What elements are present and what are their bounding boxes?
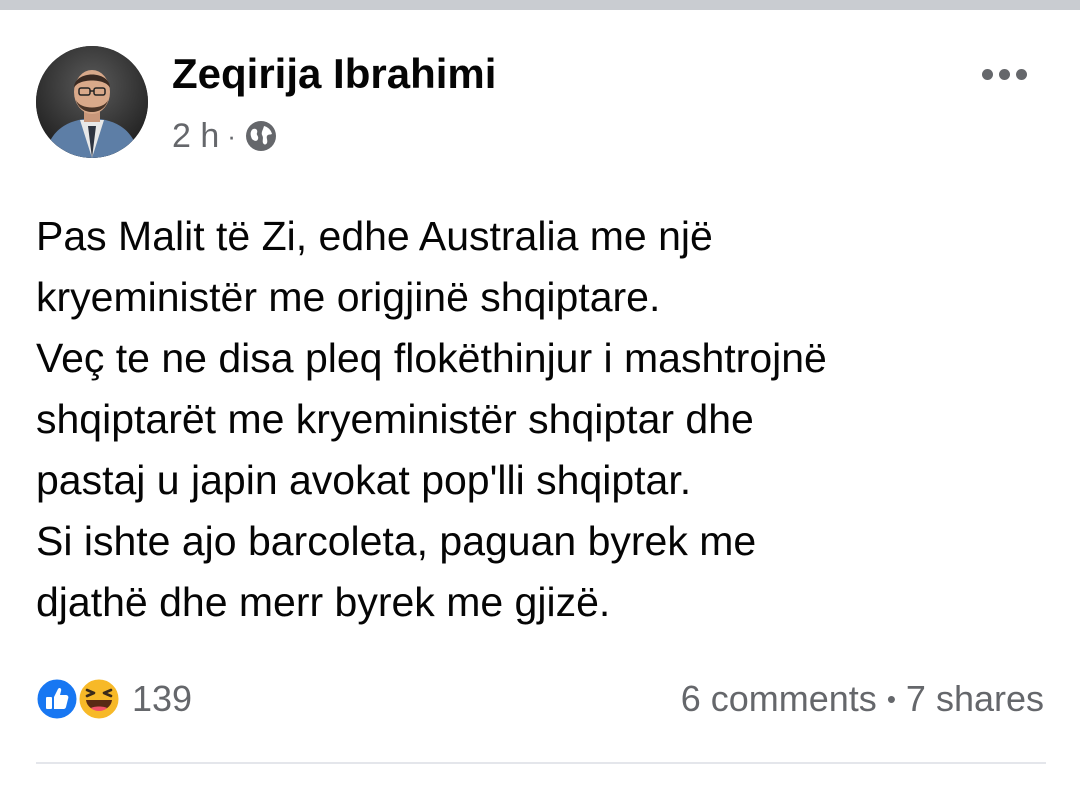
engagement-separator: • — [886, 683, 896, 714]
more-dot — [1015, 68, 1027, 80]
shares-link[interactable]: 7 shares — [906, 678, 1044, 720]
engagement-summary: 6 comments • 7 shares — [681, 674, 1044, 724]
post-text-line: shqiptarët me kryeministër shqiptar dhe — [36, 396, 754, 442]
post-card: Zeqirija Ibrahimi 2 h · Pas Malit të Zi,… — [0, 10, 1080, 785]
divider — [36, 762, 1046, 764]
post-meta: 2 h · — [172, 114, 278, 158]
meta-separator: · — [227, 120, 236, 151]
post-text-line: kryeministër me origjinë shqiptare. — [36, 274, 661, 320]
avatar-photo — [36, 46, 148, 158]
reaction-count: 139 — [132, 678, 193, 719]
like-icon — [34, 676, 80, 722]
more-dot — [981, 68, 993, 80]
comments-link[interactable]: 6 comments — [681, 678, 877, 720]
haha-icon — [76, 676, 122, 722]
post-text-line: Veç te ne disa pleq flokëthinjur i masht… — [36, 335, 827, 381]
top-strip — [0, 0, 1080, 10]
post-time[interactable]: 2 h — [172, 117, 219, 156]
reactions-summary[interactable]: 139 — [34, 674, 192, 724]
post-text-line: pastaj u japin avokat pop'lli shqiptar. — [36, 457, 692, 503]
globe-icon[interactable] — [244, 119, 278, 153]
post-text-line: djathë dhe merr byrek me gjizë. — [36, 579, 611, 625]
post-text: Pas Malit të Zi, edhe Australia me një k… — [36, 206, 1046, 633]
avatar[interactable] — [36, 46, 148, 158]
more-options-icon[interactable] — [972, 54, 1036, 94]
post-text-line: Si ishte ajo barcoleta, paguan byrek me — [36, 518, 757, 564]
author-name[interactable]: Zeqirija Ibrahimi — [172, 50, 496, 98]
more-dot — [998, 68, 1010, 80]
post-text-line: Pas Malit të Zi, edhe Australia me një — [36, 213, 713, 259]
